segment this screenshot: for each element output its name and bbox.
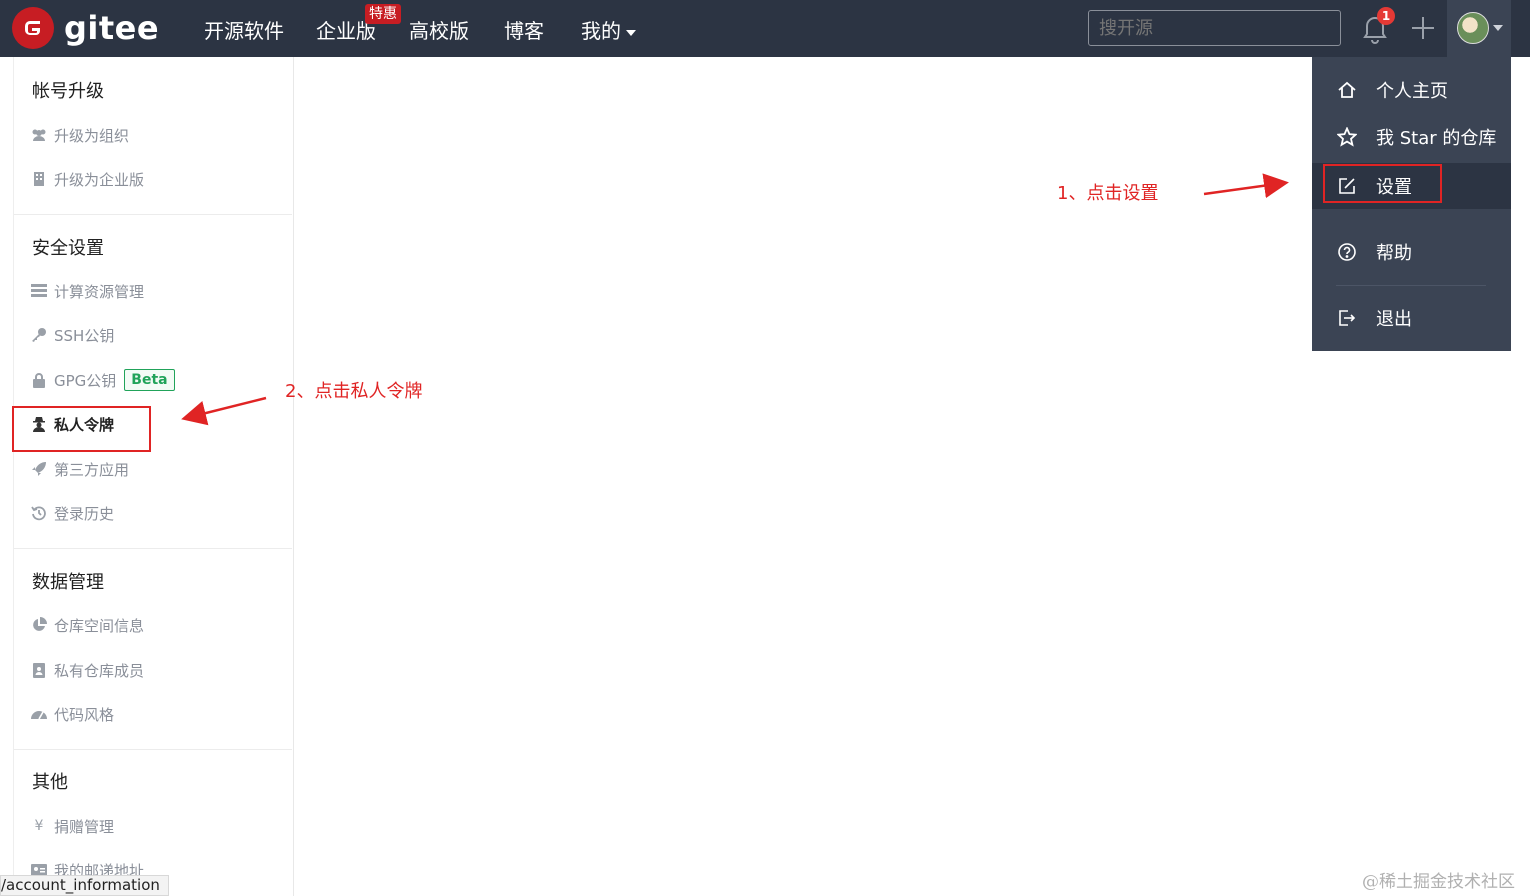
watermark: @稀土掘金技术社区 — [1362, 872, 1515, 892]
arrow-to-settings — [1203, 173, 1289, 199]
status-bar-url: /account_information — [0, 875, 169, 896]
arrow-to-private-token — [181, 396, 267, 426]
annotation-arrows — [181, 173, 1289, 426]
annotation-step1: 1、点击设置 — [1057, 183, 1159, 204]
annotation-step2: 2、点击私人令牌 — [285, 381, 423, 402]
